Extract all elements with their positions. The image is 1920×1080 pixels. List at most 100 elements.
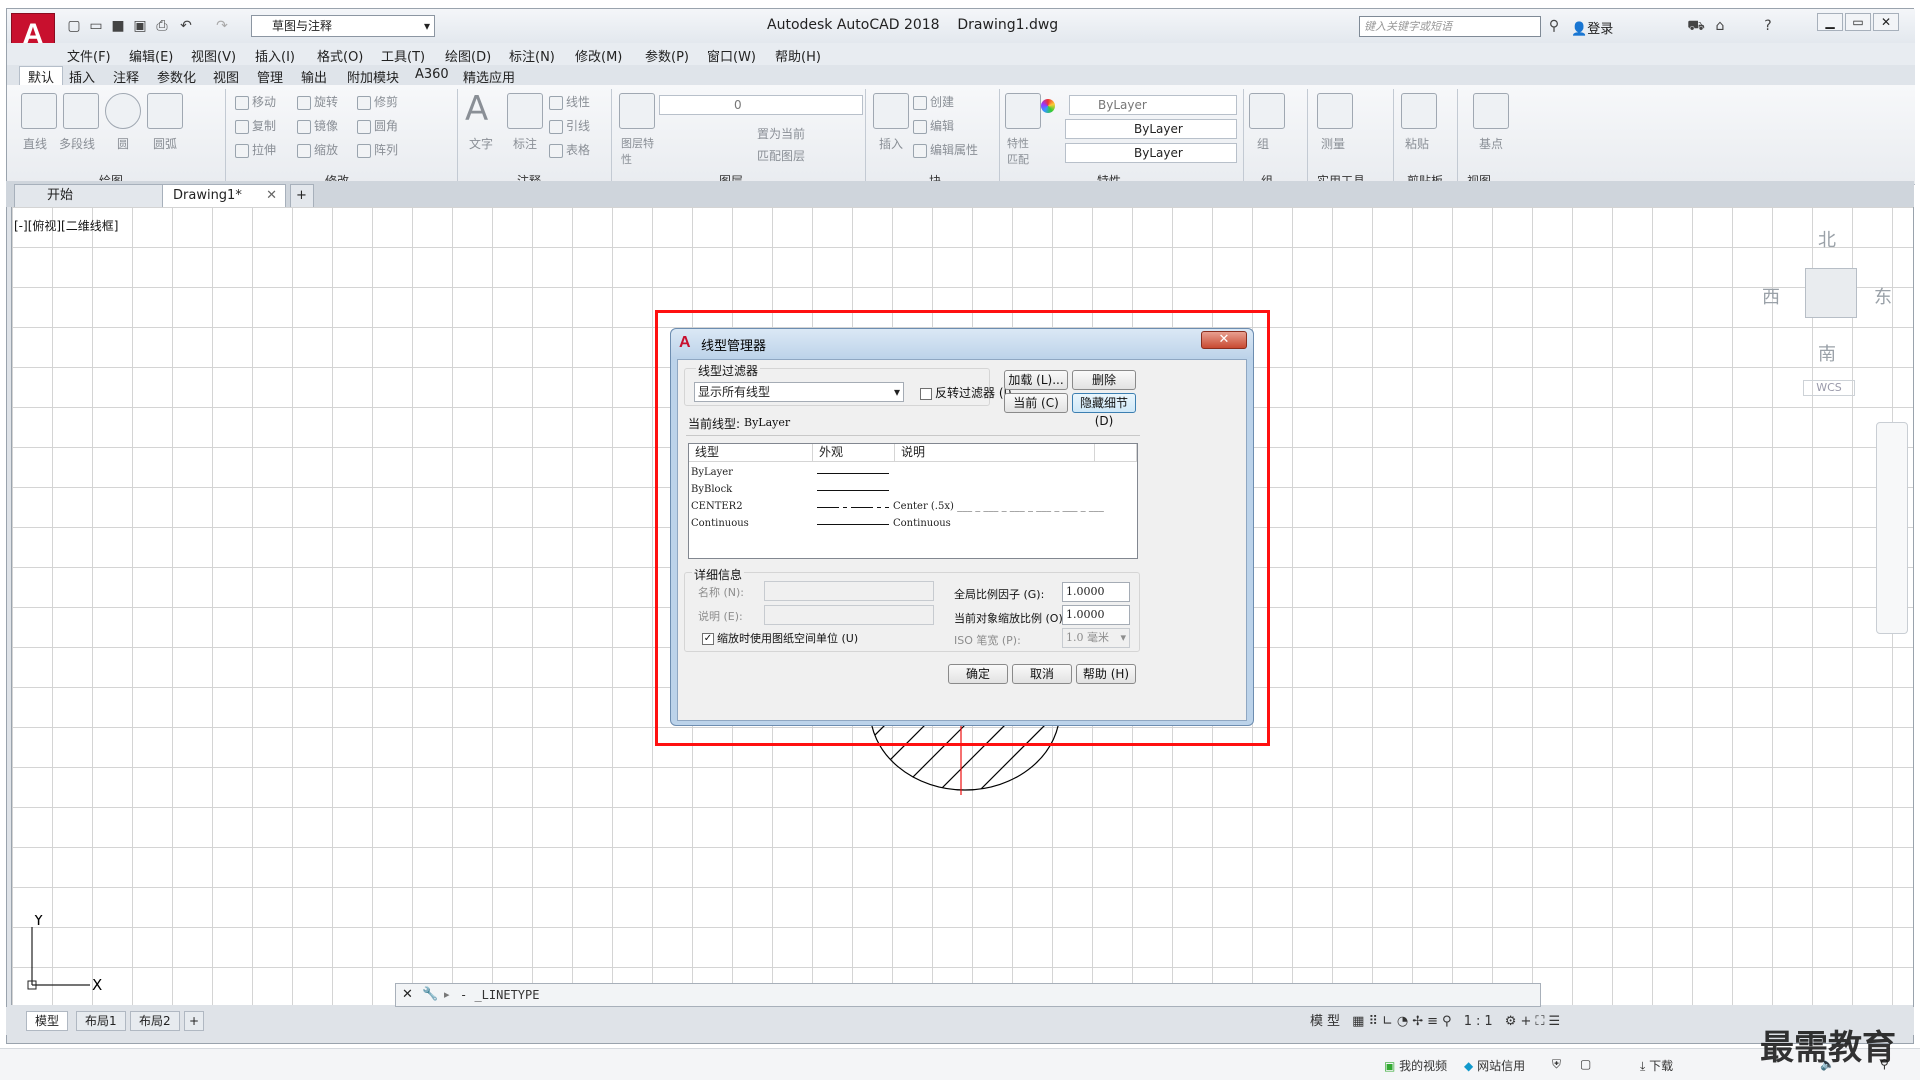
tab-start[interactable]: 开始 [14, 184, 164, 207]
match-layer-button[interactable]: 匹配图层 [757, 147, 805, 164]
menu-icon[interactable]: ☰ [1548, 1014, 1564, 1029]
menu-window[interactable]: 窗口(W) [707, 46, 756, 65]
tab-featured[interactable]: 精选应用 [463, 67, 515, 86]
line-icon[interactable] [21, 93, 57, 129]
iso-pen-width-dropdown[interactable]: 1.0 毫米 ▾ [1062, 628, 1130, 648]
plus-icon[interactable]: + [1520, 1014, 1535, 1029]
circle-icon[interactable] [105, 93, 141, 129]
snap-icon[interactable]: ⠿ [1368, 1014, 1382, 1029]
polyline-button-label[interactable]: 多段线 [59, 135, 95, 152]
array-button[interactable]: 阵列 [357, 141, 398, 158]
linetype-dropdown[interactable]: ByLayer [1065, 119, 1237, 139]
add-layout-button[interactable]: + [184, 1011, 204, 1031]
hide-details-button[interactable]: 隐藏细节 (D) [1072, 393, 1136, 428]
close-tab-icon[interactable]: ✕ [266, 185, 277, 206]
global-scale-field[interactable]: 1.0000 [1062, 582, 1130, 602]
compass-north[interactable]: 北 [1818, 226, 1836, 252]
my-videos-link[interactable]: ▣ 我的视频 [1384, 1057, 1447, 1074]
osnap-icon[interactable]: ✢ [1412, 1014, 1427, 1029]
tab-parametric[interactable]: 参数化 [157, 67, 196, 86]
annotation-scale[interactable]: 1:1 [1464, 1014, 1497, 1029]
measure-button-label[interactable]: 测量 [1321, 135, 1345, 152]
compass-south[interactable]: 南 [1818, 340, 1836, 366]
viewport-controls[interactable]: [-][俯视][二维线框] [14, 217, 118, 234]
wrench-icon[interactable]: 🔧 [422, 987, 438, 1002]
group-icon[interactable] [1249, 93, 1285, 129]
circle-button-label[interactable]: 圆 [117, 135, 129, 152]
share-icon[interactable]: ⌂ [1711, 17, 1729, 35]
scale-button[interactable]: 缩放 [297, 141, 338, 158]
tab-insert[interactable]: 插入 [69, 67, 95, 86]
polyline-icon[interactable] [63, 93, 99, 129]
base-point-icon[interactable] [1473, 93, 1509, 129]
tab-view[interactable]: 视图 [213, 67, 239, 86]
leader-button[interactable]: 引线 [549, 117, 590, 134]
invert-filter-checkbox[interactable]: 反转过滤器 (I) [920, 384, 1012, 401]
annotation-icon[interactable]: ⚲ [1442, 1014, 1456, 1029]
search-input[interactable]: 键入关键字或短语 [1359, 16, 1541, 37]
close-command-icon[interactable]: ✕ [402, 987, 413, 1002]
lineweight-icon[interactable]: ≡ [1427, 1014, 1442, 1029]
trim-button[interactable]: 修剪 [357, 93, 398, 110]
description-field[interactable] [764, 605, 934, 625]
move-button[interactable]: 移动 [235, 93, 276, 110]
tab-layout1[interactable]: 布局1 [76, 1011, 126, 1031]
fillet-button[interactable]: 圆角 [357, 117, 398, 134]
help-button[interactable]: 帮助 (H) [1076, 664, 1136, 684]
match-properties-icon[interactable] [1005, 93, 1041, 129]
create-block-button[interactable]: 创建 [913, 93, 954, 110]
load-button[interactable]: 加载 (L)... [1004, 370, 1068, 390]
settings-icon[interactable]: ⚙ [1505, 1014, 1521, 1029]
viewcube[interactable] [1805, 268, 1857, 318]
linear-button[interactable]: 线性 [549, 93, 590, 110]
menu-view[interactable]: 视图(V) [191, 46, 236, 65]
site-credit-link[interactable]: ◆ 网站信用 [1464, 1057, 1525, 1074]
wcs-menu[interactable]: WCS [1803, 380, 1855, 396]
menu-dimension[interactable]: 标注(N) [509, 46, 555, 65]
new-tab-button[interactable]: + [290, 184, 314, 207]
workspace-dropdown[interactable]: 草图与注释 ▾ [251, 15, 435, 37]
current-button[interactable]: 当前 (C) [1004, 393, 1068, 413]
filter-dropdown[interactable]: 显示所有线型 ▾ [694, 382, 904, 402]
ortho-icon[interactable]: ∟ [1382, 1014, 1397, 1029]
paste-button-label[interactable]: 粘贴 [1405, 135, 1429, 152]
tab-drawing1[interactable]: Drawing1* ✕ [162, 184, 286, 207]
menu-modify[interactable]: 修改(M) [575, 46, 622, 65]
menu-format[interactable]: 格式(O) [317, 46, 363, 65]
tab-layout2[interactable]: 布局2 [130, 1011, 180, 1031]
navigation-bar[interactable] [1876, 422, 1908, 634]
lineweight-dropdown[interactable]: ByLayer [1065, 143, 1237, 163]
measure-icon[interactable] [1317, 93, 1353, 129]
current-scale-field[interactable]: 1.0000 [1062, 605, 1130, 625]
dimension-button-label[interactable]: 标注 [513, 135, 537, 152]
undo-icon[interactable]: ↶ [177, 17, 195, 35]
cancel-button[interactable]: 取消 [1012, 664, 1072, 684]
dialog-title-bar[interactable]: A 线型管理器 ✕ [671, 329, 1253, 357]
insert-block-label[interactable]: 插入 [879, 135, 903, 152]
menu-tools[interactable]: 工具(T) [381, 46, 425, 65]
open-icon[interactable]: ▭ [87, 17, 105, 35]
delete-button[interactable]: 删除 [1072, 370, 1136, 390]
command-line[interactable]: ✕ 🔧 ▸ - _LINETYPE [395, 983, 1541, 1007]
insert-block-icon[interactable] [873, 93, 909, 129]
binoculars-icon[interactable]: ⚲ [1545, 17, 1563, 35]
tab-addins[interactable]: 附加模块 [347, 67, 399, 86]
save-as-icon[interactable]: ▣ [131, 17, 149, 35]
menu-draw[interactable]: 绘图(D) [445, 46, 491, 65]
group-button-label[interactable]: 组 [1257, 135, 1269, 152]
set-current-layer-button[interactable]: 置为当前 [757, 125, 805, 142]
menu-parametric[interactable]: 参数(P) [645, 46, 689, 65]
shield-icon[interactable]: ⛨ [1552, 1057, 1561, 1072]
menu-help[interactable]: 帮助(H) [775, 46, 821, 65]
model-space-button[interactable]: 模型 [1310, 1014, 1344, 1029]
dimension-icon[interactable] [507, 93, 543, 129]
tab-manage[interactable]: 管理 [257, 67, 283, 86]
paper-space-units-checkbox[interactable]: ✓ 缩放时使用图纸空间单位 (U) [702, 630, 858, 646]
menu-edit[interactable]: 编辑(E) [129, 46, 173, 65]
download-link[interactable]: ⤓ 下载 [1640, 1057, 1673, 1074]
menu-insert[interactable]: 插入(I) [255, 46, 295, 65]
table-button[interactable]: 表格 [549, 141, 590, 158]
cart-icon[interactable]: ⛟ [1687, 17, 1705, 35]
grid-icon[interactable]: ▦ [1352, 1014, 1368, 1029]
text-icon[interactable]: A [465, 89, 488, 129]
